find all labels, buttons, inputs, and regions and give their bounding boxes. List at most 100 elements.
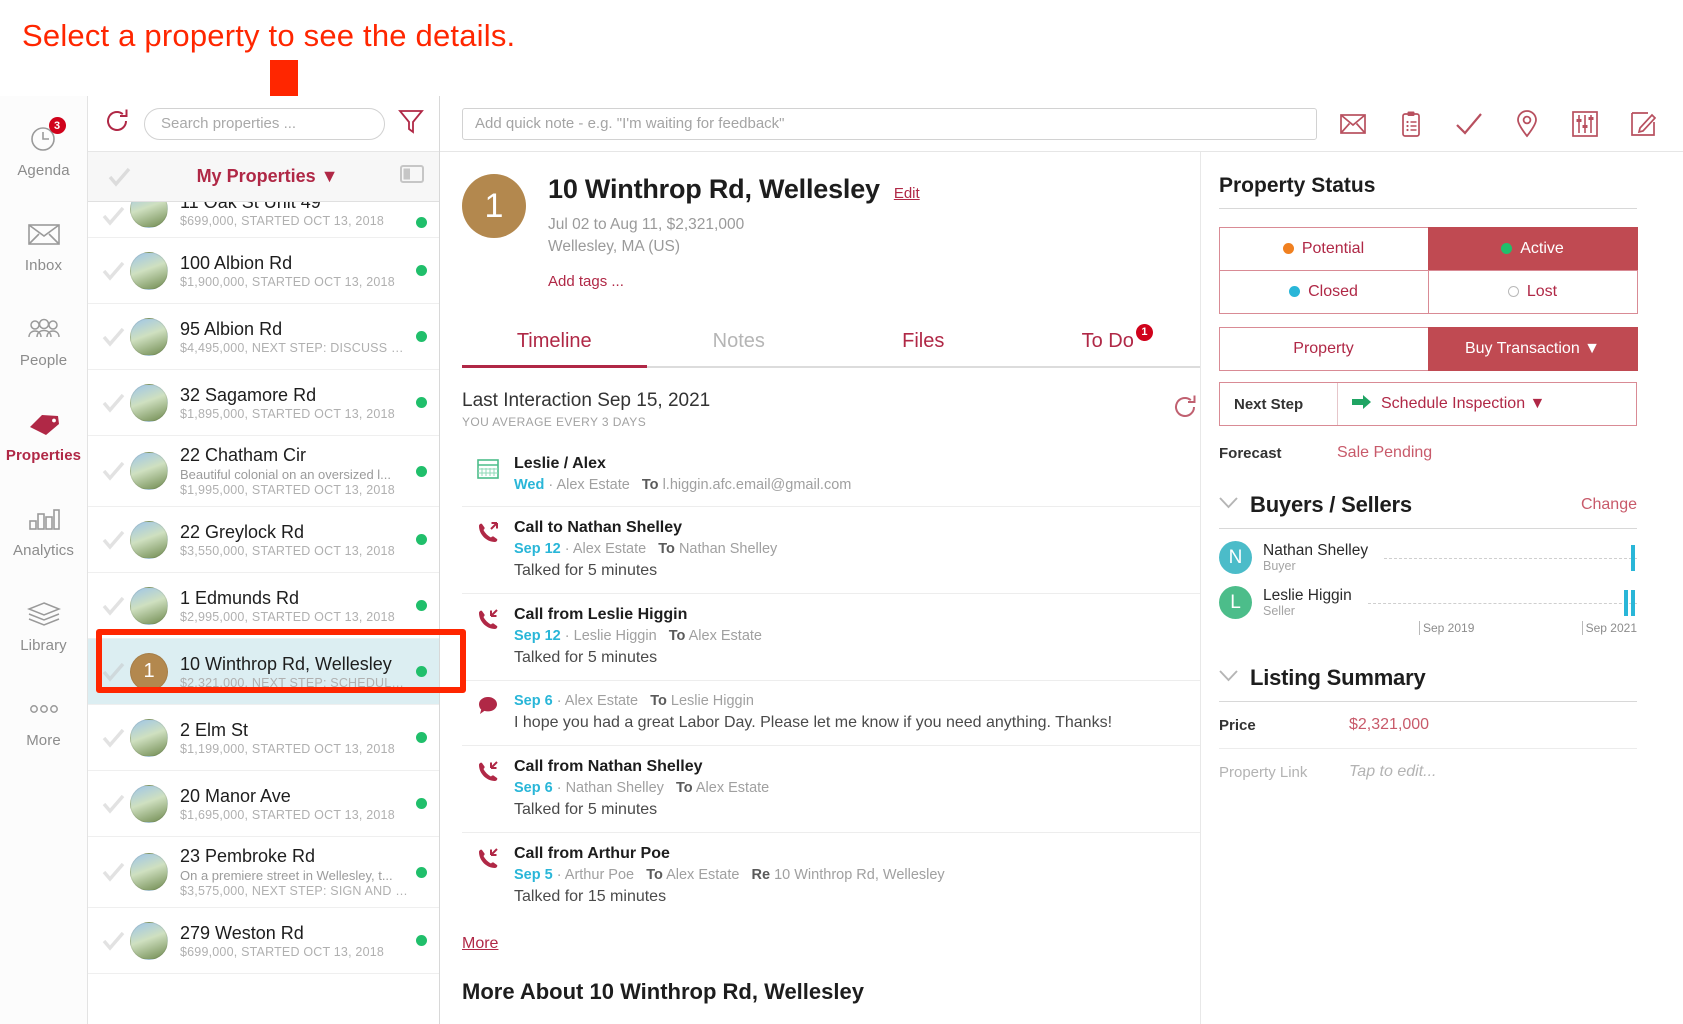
list-item[interactable]: 95 Albion Rd $4,495,000, NEXT STEP: DISC… (88, 304, 439, 370)
row-checkmark-icon[interactable] (96, 459, 130, 483)
status-dot (416, 465, 427, 477)
timeline-item[interactable]: Call from Arthur Poe Sep 5 · Arthur Poe … (462, 831, 1200, 919)
list-item[interactable]: 279 Weston Rd $699,000, STARTED OCT 13, … (88, 908, 439, 974)
forecast-value[interactable]: Sale Pending (1337, 444, 1432, 462)
contact-row-seller[interactable]: L Leslie Higgin Seller (1219, 586, 1637, 619)
row-checkmark-icon[interactable] (96, 860, 130, 884)
type-button-property[interactable]: Property (1218, 326, 1429, 371)
funnel-icon[interactable] (397, 107, 425, 140)
tab-timeline[interactable]: Timeline (462, 330, 647, 368)
contact-name: Leslie Higgin (1263, 586, 1352, 604)
property-title: 22 Chatham Cir (180, 445, 307, 465)
timeline-item[interactable]: Sep 6 · Alex Estate To Leslie Higgin I h… (462, 679, 1200, 745)
row-checkmark-icon[interactable] (96, 259, 130, 283)
timeline-from: Alex Estate (572, 540, 647, 557)
search-input-wrapper[interactable] (144, 107, 385, 140)
nav-item-analytics[interactable]: Analytics (0, 502, 88, 559)
row-checkmark-icon[interactable] (96, 594, 130, 618)
property-rows[interactable]: 11 Oak St Unit 49 $699,000, STARTED OCT … (88, 202, 439, 1024)
checkmark-icon[interactable] (1455, 110, 1483, 138)
tag-icon (26, 407, 62, 441)
chevron-down-icon[interactable] (1219, 669, 1238, 687)
property-title: 279 Weston Rd (180, 922, 304, 943)
timeline-item[interactable]: Leslie / Alex Wed · Alex Estate To l.hig… (462, 443, 1200, 506)
status-button-closed[interactable]: Closed (1218, 269, 1429, 314)
call-in-icon (462, 606, 514, 667)
summary-row-property-link[interactable]: Property Link Tap to edit... (1219, 749, 1637, 795)
contact-row-buyer[interactable]: N Nathan Shelley Buyer (1219, 541, 1637, 574)
nav-item-more[interactable]: More (0, 692, 88, 749)
status-dot (416, 600, 427, 611)
row-checkmark-icon[interactable] (96, 204, 130, 228)
summary-row-price[interactable]: Price $2,321,000 (1219, 702, 1637, 749)
list-item[interactable]: 22 Greylock Rd $3,550,000, STARTED OCT 1… (88, 507, 439, 573)
row-checkmark-icon[interactable] (96, 726, 130, 750)
list-item[interactable]: 1 Edmunds Rd $2,995,000, STARTED OCT 13,… (88, 573, 439, 639)
row-checkmark-icon[interactable] (96, 792, 130, 816)
row-checkmark-icon[interactable] (96, 929, 130, 953)
envelope-icon[interactable] (1339, 110, 1367, 138)
quick-note-input[interactable] (475, 115, 1304, 132)
bars-icon (27, 502, 61, 536)
timeline-item[interactable]: Call to Nathan Shelley Sep 12 · Alex Est… (462, 505, 1200, 593)
nav-item-library[interactable]: Library (0, 597, 88, 654)
list-item-selected[interactable]: 1 10 Winthrop Rd, Wellesley $2,321,000, … (88, 639, 439, 705)
last-interaction-block: Last Interaction Sep 15, 2021 YOU AVERAG… (462, 390, 1200, 429)
list-item[interactable]: 20 Manor Ave $1,695,000, STARTED OCT 13,… (88, 771, 439, 837)
refresh-icon[interactable] (1170, 392, 1200, 427)
type-button-buy-transaction[interactable]: Buy Transaction ▼ (1427, 326, 1638, 371)
location-pin-icon[interactable] (1513, 109, 1541, 138)
chevron-down-icon[interactable] (1219, 496, 1238, 514)
property-subtitle: $2,321,000, NEXT STEP: SCHEDULE INSPECTI… (180, 675, 408, 690)
timeline-item[interactable]: Call from Leslie Higgin Sep 12 · Leslie … (462, 592, 1200, 680)
clipboard-icon[interactable] (1397, 110, 1425, 138)
buyers-sellers-title: Buyers / Sellers (1250, 492, 1412, 517)
status-label-active: Active (1520, 239, 1564, 257)
nav-item-agenda[interactable]: 3 Agenda (0, 117, 88, 179)
next-step-value[interactable]: Schedule Inspection ▼ (1338, 383, 1636, 425)
list-item[interactable]: 23 Pembroke Rd On a premiere street in W… (88, 837, 439, 908)
nav-item-properties[interactable]: Properties (0, 407, 88, 464)
property-thumbnail (130, 718, 168, 757)
row-checkmark-icon[interactable] (96, 325, 130, 349)
status-button-active[interactable]: Active (1427, 226, 1638, 271)
sparkline-tick-end: Sep 2021 (1581, 621, 1637, 635)
timeline-item[interactable]: Call from Nathan Shelley Sep 6 · Nathan … (462, 744, 1200, 832)
compose-icon[interactable] (1629, 110, 1657, 138)
buyers-sellers-header: Buyers / Sellers Change (1219, 492, 1637, 518)
edit-property-link[interactable]: Edit (894, 185, 920, 202)
timeline-from: Arthur Poe (564, 866, 635, 883)
list-item[interactable]: 11 Oak St Unit 49 $699,000, STARTED OCT … (88, 202, 439, 238)
tab-todo[interactable]: To Do 1 (1016, 323, 1201, 366)
select-all-checkmark-icon[interactable] (102, 165, 136, 189)
nav-item-inbox[interactable]: Inbox (0, 217, 88, 274)
refresh-icon[interactable] (102, 106, 132, 141)
timeline-date: Sep 12 (514, 627, 561, 644)
quick-note-wrapper[interactable] (462, 107, 1317, 140)
app-window: Select a property to see the details. 3 … (0, 0, 1683, 1024)
list-item[interactable]: 100 Albion Rd $1,900,000, STARTED OCT 13… (88, 238, 439, 304)
sliders-icon[interactable] (1571, 110, 1599, 138)
nav-item-people[interactable]: People (0, 312, 88, 369)
detail-content: 1 10 Winthrop Rd, Wellesley Edit Jul 02 … (440, 152, 1683, 1024)
list-item[interactable]: 2 Elm St $1,199,000, STARTED OCT 13, 201… (88, 705, 439, 771)
row-checkmark-icon[interactable] (96, 660, 130, 684)
tab-notes[interactable]: Notes (647, 330, 832, 366)
sparkline-baseline (1367, 602, 1637, 604)
timeline-more-link[interactable]: More (462, 935, 498, 953)
people-icon (26, 312, 62, 346)
property-list-title[interactable]: My Properties ▼ (136, 166, 399, 187)
list-item[interactable]: 32 Sagamore Rd $1,895,000, STARTED OCT 1… (88, 370, 439, 436)
add-tags-link[interactable]: Add tags ... (548, 273, 920, 290)
quick-note-toolbar (440, 96, 1683, 152)
status-button-potential[interactable]: Potential (1218, 226, 1429, 271)
columns-icon[interactable] (399, 163, 425, 190)
call-in-icon (462, 758, 514, 819)
list-item[interactable]: 22 Chatham Cir Beautiful colonial on an … (88, 436, 439, 507)
tab-files[interactable]: Files (831, 330, 1016, 366)
status-button-lost[interactable]: Lost (1427, 269, 1638, 314)
row-checkmark-icon[interactable] (96, 391, 130, 415)
search-input[interactable] (161, 115, 368, 132)
change-buyers-sellers-link[interactable]: Change (1581, 496, 1637, 514)
row-checkmark-icon[interactable] (96, 528, 130, 552)
